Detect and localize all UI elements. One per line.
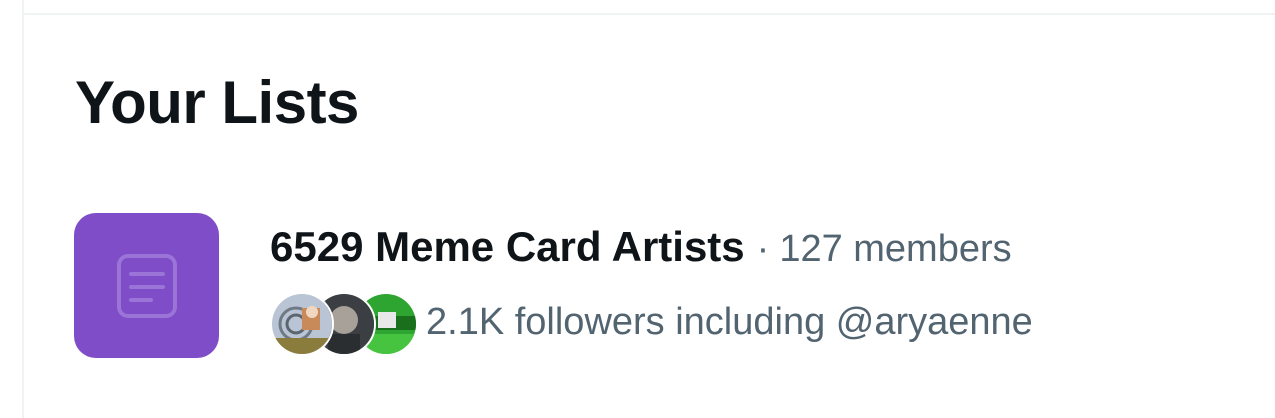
page-title: Your Lists bbox=[75, 69, 359, 136]
member-count: 127 members bbox=[779, 228, 1012, 270]
section-divider bbox=[24, 13, 1275, 15]
follower-avatars bbox=[270, 290, 418, 356]
list-thumbnail bbox=[74, 213, 219, 358]
list-title-line: 6529 Meme Card Artists · 127 members bbox=[270, 222, 1012, 274]
list-name[interactable]: 6529 Meme Card Artists bbox=[270, 222, 745, 272]
follower-avatar-1 bbox=[270, 292, 334, 356]
list-item[interactable]: 6529 Meme Card Artists · 127 members 2.1… bbox=[74, 212, 1174, 362]
followers-summary[interactable]: 2.1K followers including @aryaenne bbox=[426, 301, 1033, 344]
list-icon bbox=[116, 253, 177, 318]
separator-dot: · bbox=[756, 228, 770, 270]
column-border bbox=[22, 0, 24, 418]
followers-line: 2.1K followers including @aryaenne bbox=[270, 290, 1033, 356]
